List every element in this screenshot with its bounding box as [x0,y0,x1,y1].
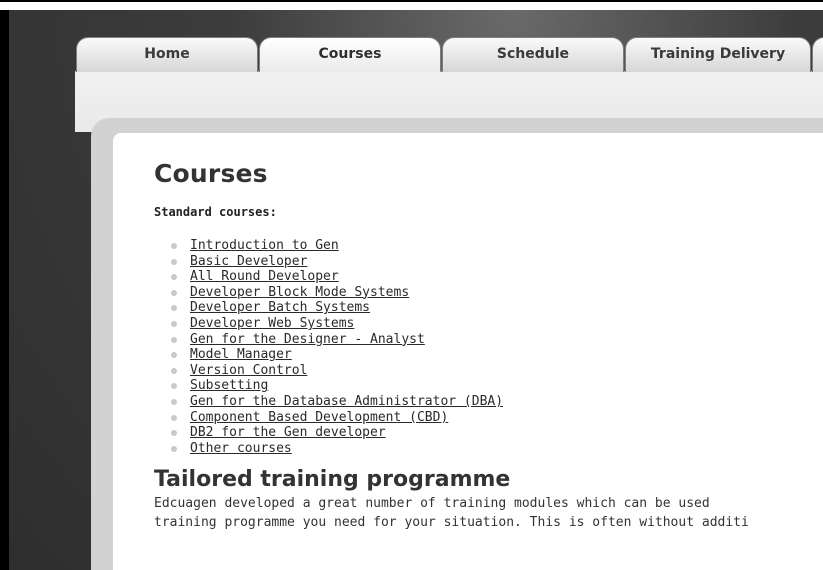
course-link[interactable]: Basic Developer [190,254,307,269]
page-title: Courses [154,159,268,188]
tab-more[interactable] [812,37,823,72]
list-item: Gen for the Database Administrator (DBA) [154,394,823,410]
bullet-icon [171,352,177,359]
bullet-icon [171,305,177,312]
course-link[interactable]: Developer Web Systems [190,316,354,331]
bullet-icon [171,398,177,405]
bullet-icon [171,367,177,374]
bullet-icon [171,414,177,421]
course-link[interactable]: Gen for the Designer - Analyst [190,332,425,347]
course-link[interactable]: Version Control [190,363,307,378]
list-item: All Round Developer [154,269,823,285]
tab-training-delivery[interactable]: Training Delivery [625,37,811,72]
list-item: Other courses [154,441,823,457]
tab-home[interactable]: Home [76,37,258,72]
list-item: Gen for the Designer - Analyst [154,332,823,348]
bullet-icon [171,274,177,281]
bullet-icon [171,430,177,437]
bullet-icon [171,320,177,327]
course-link[interactable]: All Round Developer [190,269,339,284]
bullet-icon [171,383,177,390]
main-content: Courses Standard courses: Introduction t… [154,158,823,532]
course-link[interactable]: Other courses [190,441,292,456]
list-item: Model Manager [154,347,823,363]
browser-viewport: Home Courses Schedule Training Delivery … [0,0,823,570]
list-item: Basic Developer [154,254,823,270]
tab-schedule-label: Schedule [496,46,570,62]
standard-courses-heading: Standard courses: [154,205,277,219]
list-item: Subsetting [154,378,823,394]
course-link[interactable]: Introduction to Gen [190,238,339,253]
bullet-icon [171,336,177,343]
tab-courses[interactable]: Courses [259,37,441,72]
bullet-icon [171,445,177,452]
window-left-border [0,10,9,570]
tab-home-label: Home [144,46,190,62]
list-item: Developer Block Mode Systems [154,285,823,301]
course-link[interactable]: Developer Block Mode Systems [190,285,409,300]
course-list: Introduction to Gen Basic Developer All … [154,238,823,456]
list-item: Developer Batch Systems [154,300,823,316]
course-link[interactable]: Subsetting [190,378,268,393]
tailored-training-text-line-1: Edcuagen developed a great number of tra… [154,496,710,512]
tab-schedule[interactable]: Schedule [442,37,624,72]
list-item: Introduction to Gen [154,238,823,254]
course-link[interactable]: Developer Batch Systems [190,300,370,315]
tailored-training-heading: Tailored training programme [154,467,511,493]
tailored-training-text-line-2: training programme you need for your sit… [154,515,749,531]
tab-courses-label: Courses [318,46,382,62]
list-item: DB2 for the Gen developer [154,425,823,441]
course-link[interactable]: DB2 for the Gen developer [190,425,386,440]
course-link[interactable]: Gen for the Database Administrator (DBA) [190,394,503,409]
bullet-icon [171,243,177,249]
course-link[interactable]: Model Manager [190,347,292,362]
list-item: Component Based Development (CBD) [154,410,823,426]
list-item: Developer Web Systems [154,316,823,332]
bullet-icon [171,289,177,296]
list-item: Version Control [154,363,823,379]
window-top-strip [0,2,823,10]
bullet-icon [171,258,177,265]
course-link[interactable]: Component Based Development (CBD) [190,410,448,425]
tab-training-delivery-label: Training Delivery [650,46,786,62]
